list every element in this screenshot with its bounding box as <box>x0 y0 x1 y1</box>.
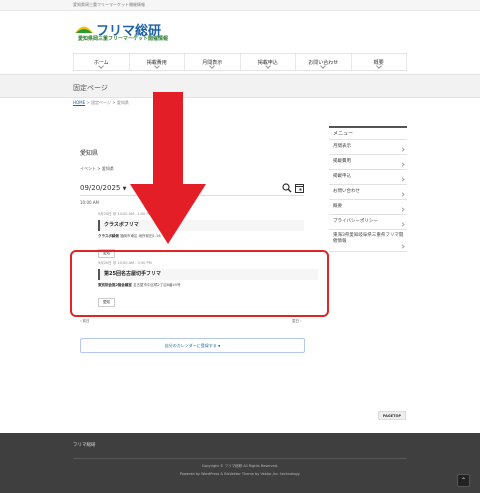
page-header: 固定ページ <box>0 74 480 98</box>
subscribe-label: 自分のカレンダーに登録する <box>164 343 217 348</box>
time-slot-label: 10:00 AM <box>80 200 99 205</box>
sidebar-item-monthly[interactable]: 月間表示 <box>329 140 407 155</box>
breadcrumb-current: 固定ページ > 愛知県 <box>91 100 129 105</box>
logo-mark-icon <box>75 26 93 33</box>
breadcrumb-separator: > <box>86 100 90 105</box>
top-bar: 愛知県岡三重フリーマーケット開催情報 <box>0 0 480 11</box>
event-venue-name: 東別院会館2階会議室 <box>98 283 132 287</box>
pagetop-button[interactable]: PAGETOP <box>378 411 406 420</box>
sidebar-item-apply[interactable]: 掲載申込 <box>329 170 407 185</box>
event-venue-name: クラスボ縁側 <box>98 234 119 238</box>
chevron-down-icon: ▼ <box>217 344 221 348</box>
event-breadcrumb[interactable]: イベント > 愛知県 <box>80 166 114 172</box>
calendar-icon[interactable] <box>295 183 304 193</box>
breadcrumb: HOME > 固定ページ > 愛知県 <box>73 100 129 106</box>
next-day-link[interactable]: 翌日 › <box>292 319 302 324</box>
footer-site-name[interactable]: フリマ総研 <box>73 442 96 448</box>
main-nav: ホーム 掲載費用 月間表示 掲載申込 お問い合わせ 概要 <box>73 53 407 71</box>
chevron-left-icon: ‹ <box>80 319 82 323</box>
date-picker-value: 09/20/2025 <box>80 184 121 192</box>
scroll-to-top-button[interactable]: ⌃ <box>457 474 470 487</box>
subscribe-calendar-button[interactable]: 自分のカレンダーに登録する ▼ <box>80 338 305 353</box>
chevron-down-icon: ▼ <box>122 186 127 192</box>
nav-item-contact[interactable]: お問い合わせ <box>295 54 351 70</box>
prev-day-link[interactable]: ‹ 前日 <box>80 319 90 324</box>
nav-item-home[interactable]: ホーム <box>73 54 129 70</box>
sidebar-item-about[interactable]: 概要 <box>329 200 407 215</box>
sidebar-item-privacy[interactable]: プライバシーポリシー <box>329 215 407 230</box>
event-venue-detail: 名古屋市中区橘2丁目8番45号 <box>133 283 181 287</box>
footer-divider <box>73 458 407 459</box>
event-venue: 東別院会館2階会議室 名古屋市中区橘2丁目8番45号 <box>98 283 318 288</box>
nav-item-monthly[interactable]: 月間表示 <box>184 54 240 70</box>
page-title: 固定ページ <box>73 84 108 92</box>
chevron-right-icon: › <box>300 319 302 323</box>
event-category-tag[interactable]: 愛知 <box>98 298 115 307</box>
date-picker[interactable]: 09/20/2025 ▼ <box>80 184 126 192</box>
event-title-link[interactable]: 第25回名古屋切手フリマ <box>98 269 318 280</box>
sidebar-item-contact[interactable]: お問い合わせ <box>329 185 407 200</box>
nav-item-about[interactable]: 概要 <box>350 54 407 70</box>
footer: フリマ総研 Copyright © フリマ総研 All Rights Reser… <box>0 433 480 493</box>
footer-powered: Powered by WordPress & BizVektor Theme b… <box>179 472 301 476</box>
next-day-label: 翌日 <box>292 319 299 323</box>
breadcrumb-home-link[interactable]: HOME <box>73 100 85 105</box>
content-title: 愛知県 <box>80 150 99 157</box>
sidebar: メニュー 月間表示 掲載費用 掲載申込 お問い合わせ 概要 プライバシーポリシー… <box>329 126 407 252</box>
sidebar-heading: メニュー <box>329 126 407 140</box>
event-time: 9月20日 @ 10:00 AM - 3:30 PM <box>98 261 152 265</box>
tagline: 愛知県岡三重フリーマーケット開催情報 <box>73 2 145 7</box>
prev-day-label: 前日 <box>82 319 90 323</box>
sidebar-item-fees[interactable]: 掲載費用 <box>329 155 407 170</box>
sidebar-item-tokai-info[interactable]: 東海3県愛知岐阜県三重県フリマ開催情報 <box>329 230 407 252</box>
search-icon[interactable] <box>282 183 292 193</box>
logo-sub-text: 愛知県岡三重フリーマーケット開催情報 <box>78 36 169 42</box>
footer-copyright: Copyright © フリマ総研 All Rights Reserved. <box>201 464 279 468</box>
nav-item-fees[interactable]: 掲載費用 <box>128 54 185 70</box>
nav-item-apply[interactable]: 掲載申込 <box>239 54 296 70</box>
event-card: 9月20日 @ 10:00 AM - 3:30 PM 第25回名古屋切手フリマ … <box>98 261 318 307</box>
site-logo[interactable]: フリマ総研 愛知県岡三重フリーマーケット開催情報 <box>74 20 174 42</box>
chevron-up-icon: ⌃ <box>460 477 467 484</box>
down-arrow-icon <box>130 92 206 244</box>
